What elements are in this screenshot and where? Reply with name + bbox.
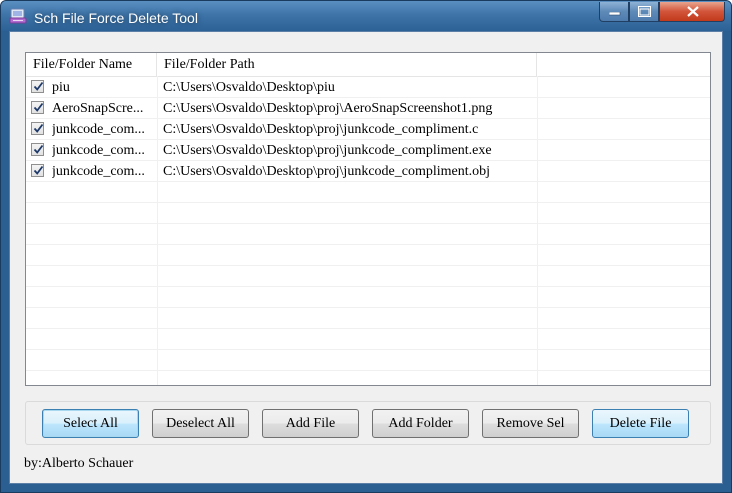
checkmark-icon [33, 144, 44, 154]
add-folder-button[interactable]: Add Folder [372, 409, 469, 438]
row-name: junkcode_com... [52, 164, 145, 179]
row-path: C:\Users\Osvaldo\Desktop\piu [163, 80, 335, 95]
maximize-button[interactable] [629, 2, 659, 22]
empty-row [26, 182, 710, 203]
empty-row [26, 350, 710, 371]
minimize-icon [609, 12, 621, 16]
maximize-icon [638, 6, 651, 17]
close-button[interactable] [659, 2, 725, 22]
empty-row [26, 203, 710, 224]
list-row[interactable]: junkcode_com... C:\Users\Osvaldo\Desktop… [26, 140, 710, 161]
column-header-path[interactable]: File/Folder Path [157, 53, 537, 76]
empty-row [26, 266, 710, 287]
row-checkbox[interactable] [31, 164, 44, 177]
client-area: File/Folder Name File/Folder Path piu C:… [9, 31, 723, 484]
list-row[interactable]: piu C:\Users\Osvaldo\Desktop\piu [26, 77, 710, 98]
checkmark-icon [33, 123, 44, 133]
row-path: C:\Users\Osvaldo\Desktop\proj\junkcode_c… [163, 122, 479, 137]
close-icon [687, 6, 699, 17]
empty-row [26, 224, 710, 245]
checkmark-icon [33, 81, 44, 91]
empty-row [26, 329, 710, 350]
empty-row [26, 308, 710, 329]
row-name: junkcode_com... [52, 122, 145, 137]
list-row[interactable]: junkcode_com... C:\Users\Osvaldo\Desktop… [26, 161, 710, 182]
empty-row [26, 245, 710, 266]
list-row[interactable]: AeroSnapScre... C:\Users\Osvaldo\Desktop… [26, 98, 710, 119]
row-checkbox[interactable] [31, 101, 44, 114]
list-row[interactable]: junkcode_com... C:\Users\Osvaldo\Desktop… [26, 119, 710, 140]
row-name: AeroSnapScre... [52, 101, 144, 116]
file-list[interactable]: File/Folder Name File/Folder Path piu C:… [25, 52, 711, 386]
checkmark-icon [33, 165, 44, 175]
row-path: C:\Users\Osvaldo\Desktop\proj\junkcode_c… [163, 143, 492, 158]
column-header-empty[interactable] [537, 53, 710, 76]
minimize-button[interactable] [599, 2, 629, 22]
select-all-button[interactable]: Select All [42, 409, 139, 438]
row-checkbox[interactable] [31, 143, 44, 156]
window-title: Sch File Force Delete Tool [34, 10, 198, 26]
row-path: C:\Users\Osvaldo\Desktop\proj\AeroSnapSc… [163, 101, 493, 116]
row-name: junkcode_com... [52, 143, 145, 158]
row-checkbox[interactable] [31, 80, 44, 93]
app-window: Sch File Force Delete Tool File/Folder N… [0, 0, 732, 493]
author-label: by:Alberto Schauer [24, 456, 134, 471]
add-file-button[interactable]: Add File [262, 409, 359, 438]
row-path: C:\Users\Osvaldo\Desktop\proj\junkcode_c… [163, 164, 491, 179]
list-header: File/Folder Name File/Folder Path [26, 53, 710, 77]
app-icon [9, 8, 27, 25]
remove-sel-button[interactable]: Remove Sel [482, 409, 579, 438]
row-checkbox[interactable] [31, 122, 44, 135]
title-bar[interactable]: Sch File Force Delete Tool [1, 1, 731, 31]
row-name: piu [52, 80, 70, 95]
delete-file-button[interactable]: Delete File [592, 409, 689, 438]
column-header-name[interactable]: File/Folder Name [26, 53, 157, 76]
checkmark-icon [33, 102, 44, 112]
empty-row [26, 287, 710, 308]
deselect-all-button[interactable]: Deselect All [152, 409, 249, 438]
